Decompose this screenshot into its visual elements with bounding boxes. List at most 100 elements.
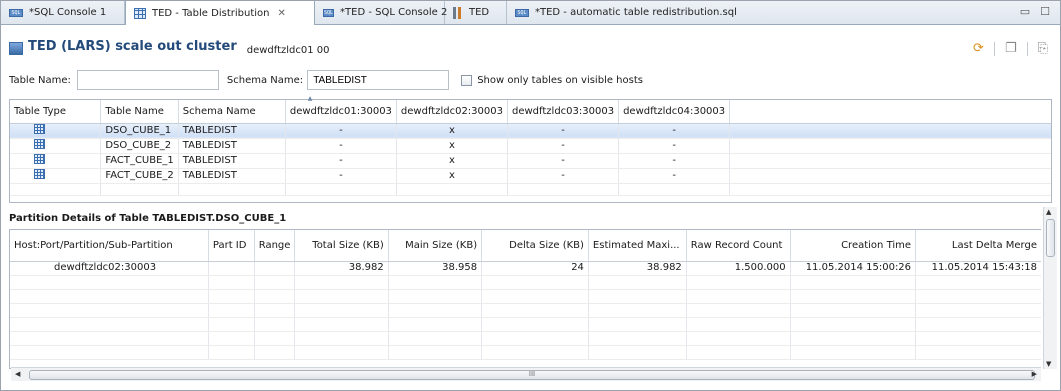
filter-row: Table Name: Schema Name: Show only table… — [1, 69, 1060, 91]
cell-host-1: - — [285, 153, 397, 169]
cell-total-size: 38.982 — [294, 261, 389, 276]
vertical-scrollbar[interactable]: ▲ ▼ — [1043, 207, 1057, 369]
column-header-filler — [729, 100, 1051, 124]
tab-label: TED — [469, 7, 490, 18]
cell-host-1: - — [285, 138, 397, 154]
scroll-right-arrow-icon[interactable]: ▶ — [1032, 370, 1037, 378]
cell-host-1: - — [285, 123, 397, 139]
cell-schema: TABLEDIST — [178, 123, 286, 139]
column-header-host-3[interactable]: dewdftzldc03:30003 — [507, 100, 620, 124]
column-header-table-name[interactable]: Table Name — [100, 100, 179, 124]
cell-delta-size: 24 — [481, 261, 589, 276]
table-icon — [134, 7, 146, 19]
cluster-icon — [9, 42, 23, 55]
cell-raw-record-count: 1.500.000 — [686, 261, 791, 276]
schema-name-label: Schema Name: — [226, 74, 304, 86]
cell-filler — [729, 153, 1051, 169]
column-header-host-4[interactable]: dewdftzldc04:30003 — [618, 100, 731, 124]
table-name-label: Table Name: — [9, 74, 71, 86]
table-row[interactable]: FACT_CUBE_1 TABLEDIST - x - - — [10, 153, 1051, 169]
tab-sql-console-1[interactable]: SQL *SQL Console 1 — [1, 1, 125, 24]
cell-range — [254, 261, 296, 276]
cell-host-2: x — [396, 168, 509, 184]
close-icon[interactable]: ✕ — [277, 8, 285, 19]
column-header-host-2[interactable]: dewdftzldc02:30003 — [396, 100, 509, 124]
cluster-title: TED (LARS) scale out cluster — [28, 39, 237, 54]
sql-file-icon: SQL — [515, 8, 529, 17]
table-row[interactable]: DSO_CUBE_2 TABLEDIST - x - - — [10, 138, 1051, 154]
column-header-main-size[interactable]: Main Size (KB) — [388, 230, 483, 262]
table-row[interactable]: FACT_CUBE_2 TABLEDIST - x - - — [10, 168, 1051, 184]
maximize-icon[interactable]: ☐ — [1040, 5, 1050, 18]
cell-table-name: FACT_CUBE_2 — [100, 168, 179, 184]
tab-table-distribution[interactable]: TED - Table Distribution ✕ — [125, 1, 315, 25]
grid-header-row: Host:Port/Partition/Sub-Partition Part I… — [10, 230, 1041, 262]
cell-creation-time: 11.05.2014 15:00:26 — [790, 261, 917, 276]
cell-host-4: - — [618, 153, 731, 169]
column-header-raw-record-count[interactable]: Raw Record Count — [686, 230, 791, 262]
sql-console-icon: SQL — [323, 8, 335, 17]
visible-hosts-label: Show only tables on visible hosts — [477, 74, 643, 86]
cell-estimated-max: 38.982 — [588, 261, 687, 276]
table-row-empty — [10, 183, 1051, 196]
cell-last-delta-merge: 11.05.2014 15:43:18 — [915, 261, 1041, 276]
ted-icon — [453, 6, 463, 19]
column-header-host-port[interactable]: Host:Port/Partition/Sub-Partition — [10, 230, 209, 262]
toolbar-separator — [1026, 41, 1028, 56]
export-icon[interactable]: ⎘ — [1038, 41, 1048, 56]
scroll-up-arrow-icon[interactable]: ▲ — [1046, 208, 1051, 216]
cell-host-4: - — [618, 168, 731, 184]
column-header-schema-name[interactable]: Schema Name ▲ — [178, 95, 312, 124]
scroll-down-arrow-icon[interactable]: ▼ — [1046, 360, 1051, 368]
tab-ted[interactable]: TED — [445, 1, 507, 24]
cell-filler — [729, 168, 1051, 184]
tab-automatic-redistribution[interactable]: SQL *TED - automatic table redistributio… — [507, 1, 747, 24]
toolbar-separator — [993, 41, 995, 56]
column-header-estimated-max[interactable]: Estimated Maxi... — [588, 230, 687, 262]
column-header-creation-time[interactable]: Creation Time — [790, 230, 917, 262]
partition-row-empty — [10, 317, 1041, 332]
partition-row-empty — [10, 275, 1041, 290]
schema-name-input[interactable] — [307, 70, 450, 90]
tab-label: *TED - SQL Console 2 — [340, 7, 448, 18]
tab-label: TED - Table Distribution — [152, 7, 270, 19]
cell-host-3: - — [507, 138, 620, 154]
column-header-range[interactable]: Range — [254, 230, 296, 262]
cell-table-name: FACT_CUBE_1 — [100, 153, 179, 169]
ted-editor-window: SQL *SQL Console 1 TED - Table Distribut… — [0, 0, 1061, 391]
column-header-part-id[interactable]: Part ID — [208, 230, 255, 262]
horizontal-scrollbar[interactable]: ◀ III ▶ — [11, 367, 1041, 381]
table-name-input[interactable] — [76, 70, 219, 90]
table-type-icon — [34, 153, 45, 164]
table-row[interactable]: DSO_CUBE_1 TABLEDIST - x - - — [10, 123, 1051, 139]
cell-host-2: x — [396, 138, 509, 154]
tab-label: *TED - automatic table redistribution.sq… — [535, 7, 737, 18]
cell-host-1: - — [285, 168, 397, 184]
column-header-host-1[interactable]: dewdftzldc01:30003 — [285, 100, 397, 124]
minimize-icon[interactable]: ▭ — [1020, 5, 1030, 18]
tab-sql-console-2[interactable]: SQL *TED - SQL Console 2 — [315, 1, 448, 24]
copy-icon[interactable]: ❐ — [1005, 41, 1017, 56]
refresh-icon[interactable]: ⟳ — [973, 41, 984, 56]
cell-table-name: DSO_CUBE_1 — [100, 123, 179, 139]
vertical-scroll-thumb[interactable] — [1046, 219, 1055, 257]
cell-schema: TABLEDIST — [178, 168, 286, 184]
column-header-total-size[interactable]: Total Size (KB) — [294, 230, 389, 262]
horizontal-scroll-thumb[interactable]: III — [29, 370, 1035, 380]
editor-header: TED (LARS) scale out cluster dewdftzldc0… — [9, 39, 330, 56]
column-header-table-type[interactable]: Table Type — [10, 100, 102, 124]
cell-host-4: - — [618, 123, 731, 139]
partition-row-empty — [10, 289, 1041, 304]
cell-schema: TABLEDIST — [178, 153, 286, 169]
visible-hosts-checkbox[interactable] — [461, 74, 473, 86]
column-header-delta-size[interactable]: Delta Size (KB) — [481, 230, 589, 262]
cell-host-3: - — [507, 123, 620, 139]
cell-host-3: - — [507, 168, 620, 184]
partition-row-empty — [10, 345, 1041, 360]
scroll-left-arrow-icon[interactable]: ◀ — [15, 370, 20, 378]
table-distribution-grid: Table Type Table Name Schema Name ▲ dewdf… — [9, 95, 1052, 203]
partition-details-title: Partition Details of Table TABLEDIST.DSO… — [9, 213, 287, 224]
column-header-last-delta-merge[interactable]: Last Delta Merge — [915, 230, 1041, 262]
partition-row[interactable]: dewdftzldc02:30003 38.982 38.958 24 38.9… — [10, 261, 1041, 276]
partition-row-empty — [10, 303, 1041, 318]
